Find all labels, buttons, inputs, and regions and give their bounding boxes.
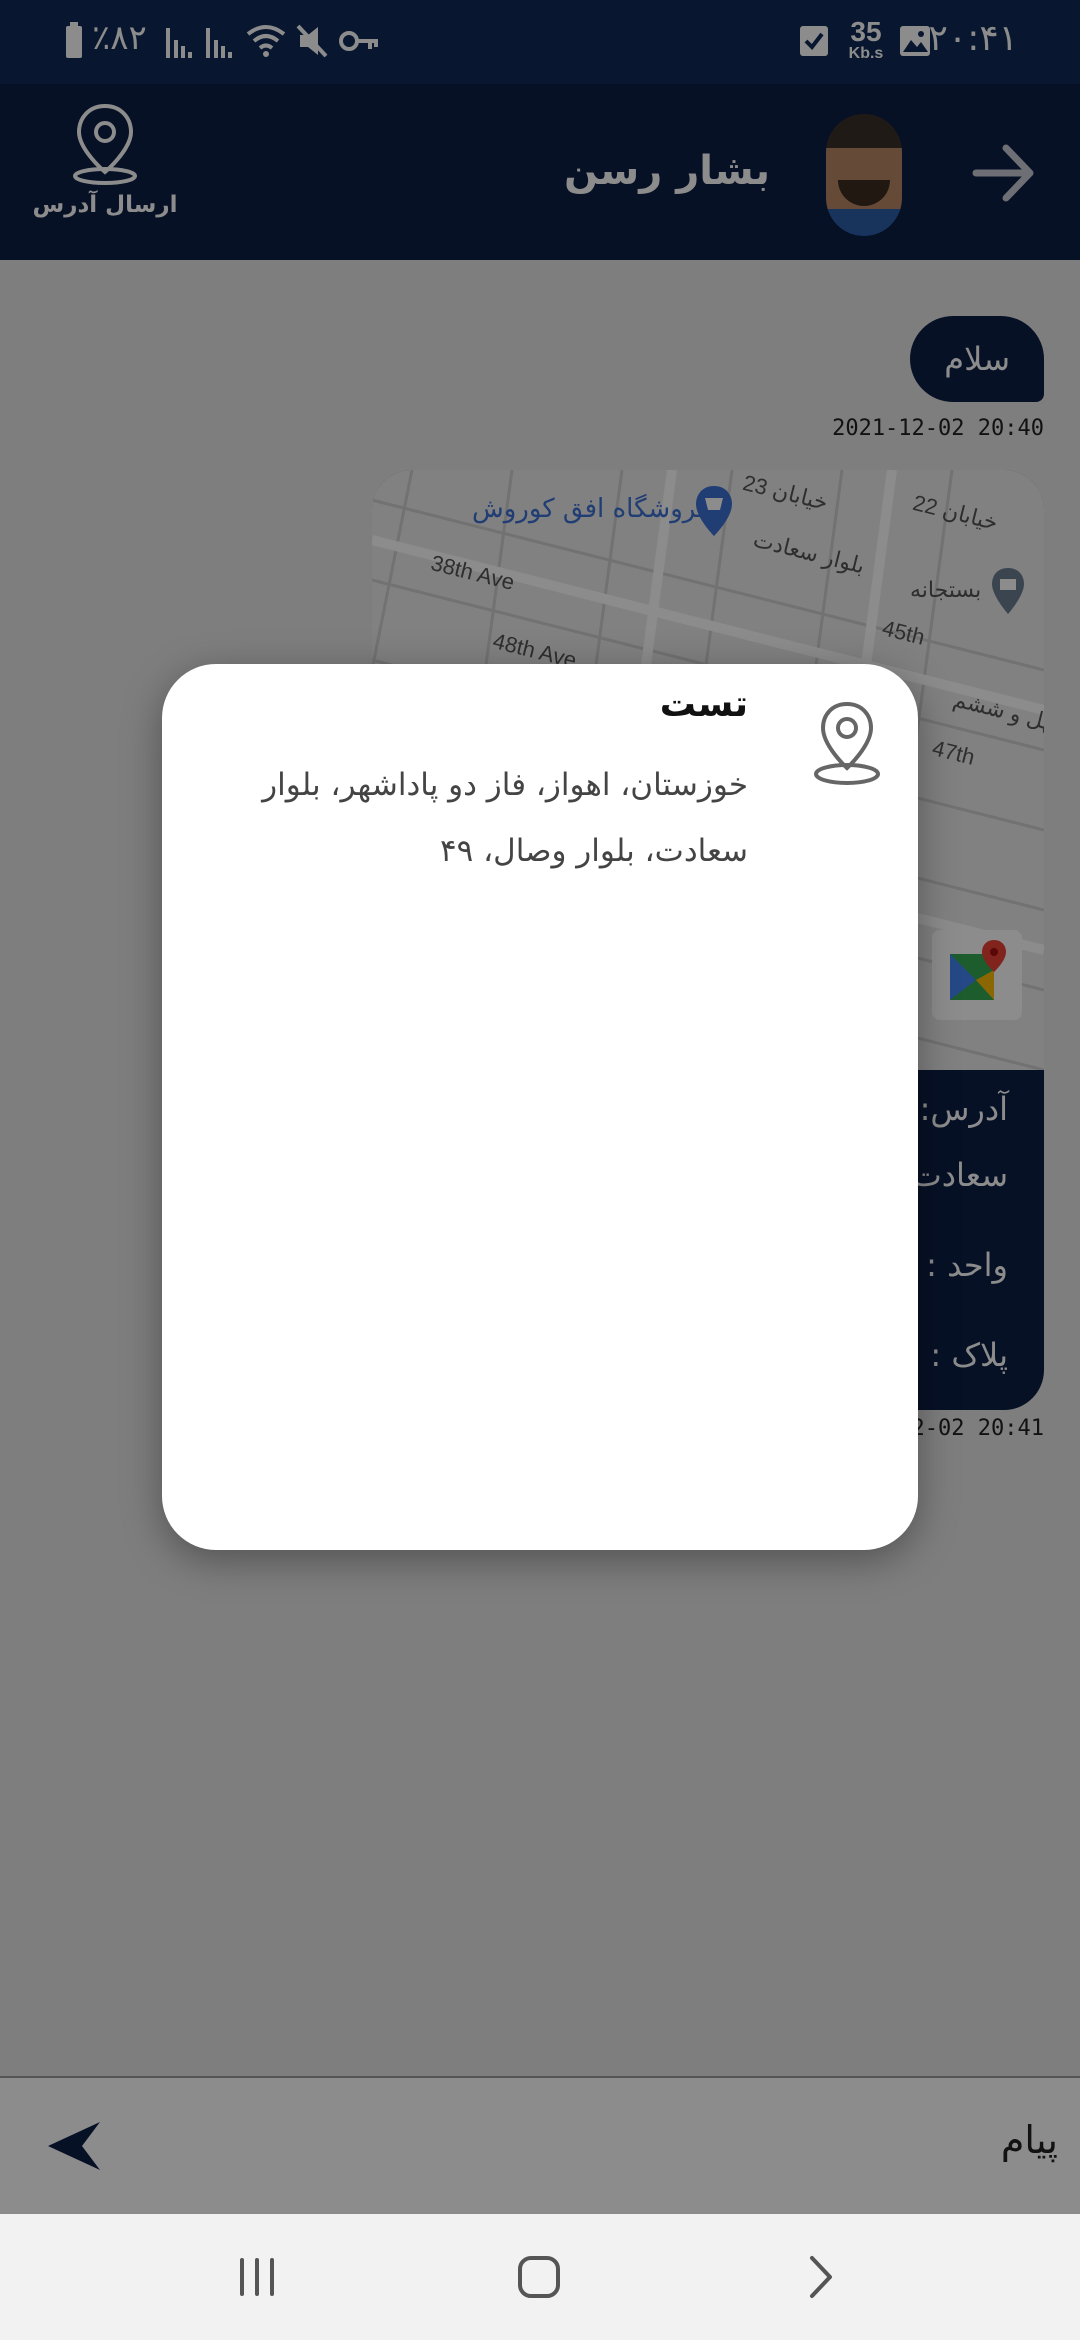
back-nav-icon[interactable]: [796, 2252, 846, 2302]
home-icon[interactable]: [514, 2252, 564, 2302]
location-pin-icon: [814, 701, 880, 785]
dialog-title: تست: [659, 684, 748, 725]
dialog-address[interactable]: خوزستان، اهواز، فاز دو پاداشهر، بلوار سع…: [188, 752, 748, 884]
address-dialog[interactable]: تست خوزستان، اهواز، فاز دو پاداشهر، بلوا…: [162, 664, 918, 1550]
system-navigation-bar: [0, 2214, 1080, 2340]
recent-apps-icon[interactable]: [232, 2252, 282, 2302]
